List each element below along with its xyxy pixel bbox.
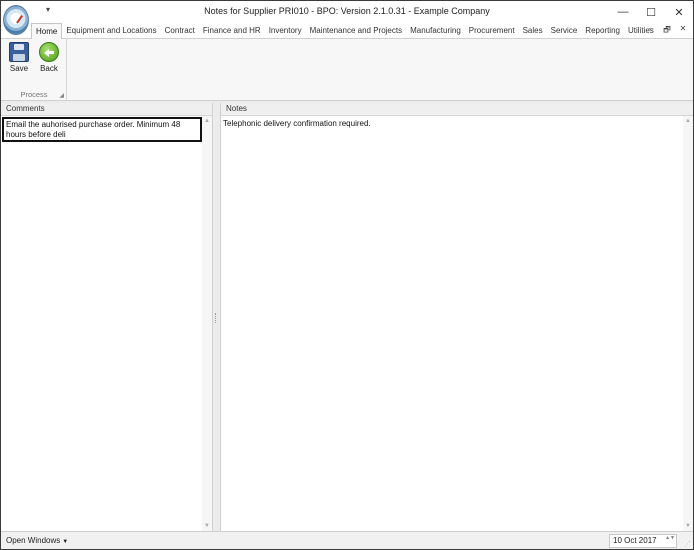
panel-splitter[interactable]	[213, 103, 220, 531]
splitter-grip-icon	[215, 313, 217, 323]
comments-scrollbar[interactable]: ▲ ▼	[202, 116, 212, 531]
back-arrow-icon	[39, 42, 59, 62]
save-icon	[9, 42, 29, 62]
scroll-up-icon[interactable]: ▲	[204, 118, 210, 124]
notes-panel: Notes Telephonic delivery confirmation r…	[220, 103, 693, 531]
comments-header: Comments	[1, 103, 212, 116]
minimize-button[interactable]: —	[609, 1, 637, 23]
tab-finance-and-hr[interactable]: Finance and HR	[199, 23, 265, 39]
tab-inventory[interactable]: Inventory	[265, 23, 306, 39]
mdi-controls: – 🗗 ✕	[645, 24, 689, 38]
scroll-down-icon[interactable]: ▼	[685, 523, 691, 529]
tab-maintenance-and-projects[interactable]: Maintenance and Projects	[306, 23, 407, 39]
open-windows-button[interactable]: Open Windows ▼	[6, 536, 68, 545]
process-group: Save Back Process ◢	[1, 39, 67, 101]
tab-manufacturing[interactable]: Manufacturing	[406, 23, 465, 39]
close-button[interactable]: ✕	[665, 1, 693, 23]
mdi-minimize-button[interactable]: –	[645, 24, 657, 38]
tab-service[interactable]: Service	[547, 23, 582, 39]
status-bar: Open Windows ▼ 10 Oct 2017 ▲▼ ⋰	[1, 531, 693, 549]
date-value: 10 Oct 2017	[613, 536, 657, 545]
ribbon-tabs: Home Equipment and Locations Contract Fi…	[31, 23, 658, 40]
app-window: ▾ Notes for Supplier PRI010 - BPO: Versi…	[0, 0, 694, 550]
group-launcher-icon[interactable]: ◢	[59, 92, 64, 99]
window-title: Notes for Supplier PRI010 - BPO: Version…	[204, 6, 490, 16]
mdi-close-button[interactable]: ✕	[677, 24, 689, 38]
content-area: Comments Email the auhorised purchase or…	[1, 101, 693, 531]
scroll-down-icon[interactable]: ▼	[204, 523, 210, 529]
save-button[interactable]: Save	[5, 42, 33, 73]
tab-home[interactable]: Home	[31, 23, 63, 40]
scroll-up-icon[interactable]: ▲	[685, 118, 691, 124]
tab-procurement[interactable]: Procurement	[465, 23, 519, 39]
title-bar: ▾ Notes for Supplier PRI010 - BPO: Versi…	[1, 1, 693, 23]
ribbon-tab-bar: Home Equipment and Locations Contract Fi…	[1, 23, 693, 40]
chevron-down-icon: ▼	[62, 539, 69, 545]
comments-textarea[interactable]: Email the auhorised purchase order. Mini…	[2, 117, 202, 142]
notes-scrollbar[interactable]: ▲ ▼	[683, 116, 693, 531]
resize-grip-icon[interactable]: ⋰	[684, 540, 691, 548]
back-button-label: Back	[40, 64, 58, 73]
back-button[interactable]: Back	[35, 42, 63, 73]
gauge-needle	[16, 15, 23, 24]
date-field[interactable]: 10 Oct 2017 ▲▼	[609, 534, 677, 548]
app-logo-icon[interactable]	[3, 5, 29, 35]
date-spin-icon[interactable]: ▲▼	[665, 535, 675, 541]
notes-header: Notes	[221, 103, 693, 116]
ribbon-body: Save Back Process ◢	[1, 39, 693, 101]
window-controls: — ☐ ✕	[609, 1, 693, 23]
maximize-button[interactable]: ☐	[637, 1, 665, 23]
comments-panel: Comments Email the auhorised purchase or…	[1, 103, 213, 531]
mdi-restore-button[interactable]: 🗗	[661, 24, 673, 38]
notes-textarea[interactable]: Telephonic delivery confirmation require…	[223, 119, 371, 128]
tab-equipment-and-locations[interactable]: Equipment and Locations	[62, 23, 160, 39]
process-group-label: Process	[20, 90, 48, 99]
tab-contract[interactable]: Contract	[161, 23, 199, 39]
save-button-label: Save	[9, 64, 29, 73]
tab-sales[interactable]: Sales	[519, 23, 547, 39]
open-windows-label: Open Windows	[6, 536, 61, 545]
tab-reporting[interactable]: Reporting	[581, 23, 624, 39]
